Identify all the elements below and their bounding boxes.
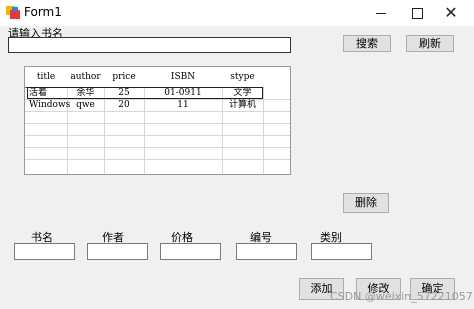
price-field[interactable] xyxy=(160,243,221,260)
column-header-title[interactable]: title xyxy=(27,72,65,83)
table-cell[interactable]: 文学 xyxy=(223,88,262,99)
refresh-button[interactable]: 刷新 xyxy=(406,35,454,52)
table-cell[interactable]: 25 xyxy=(105,88,143,99)
table-cell[interactable]: 余华 xyxy=(68,88,103,99)
watermark: CSDN @weixin_57221057 xyxy=(330,290,473,303)
isbn-field[interactable] xyxy=(236,243,297,260)
app-icon xyxy=(6,6,20,19)
delete-button[interactable]: 删除 xyxy=(343,193,389,213)
window-title: Form1 xyxy=(24,5,62,19)
close-button[interactable]: ✕ xyxy=(428,0,474,26)
search-button[interactable]: 搜索 xyxy=(343,35,391,52)
type-field[interactable] xyxy=(311,243,372,260)
table-cell[interactable]: qwe xyxy=(68,100,103,111)
title-bar: Form1 ✕ xyxy=(0,0,474,26)
author-field[interactable] xyxy=(87,243,148,260)
table-cell[interactable]: 01-0911 xyxy=(145,88,221,99)
table-cell[interactable]: 20 xyxy=(105,100,143,111)
minimize-icon xyxy=(376,13,386,14)
table-header: title author price ISBN stype xyxy=(25,67,290,87)
maximize-icon xyxy=(412,8,423,19)
column-header-isbn[interactable]: ISBN xyxy=(145,72,221,83)
table-cell[interactable]: 计算机 xyxy=(223,100,262,111)
close-icon: ✕ xyxy=(444,3,458,22)
title-field[interactable] xyxy=(14,243,75,260)
column-header-stype[interactable]: stype xyxy=(223,72,262,83)
app-window: Form1 ✕ 请输入书名 搜索 刷新 title author price I… xyxy=(0,0,474,309)
search-input[interactable] xyxy=(8,37,291,53)
books-table[interactable]: title author price ISBN stype 活着 余华 25 0… xyxy=(24,66,291,175)
column-header-author[interactable]: author xyxy=(68,72,103,83)
table-cell[interactable]: Windows xyxy=(27,100,70,111)
column-header-price[interactable]: price xyxy=(105,72,143,83)
table-cell[interactable]: 11 xyxy=(145,100,221,111)
table-cell[interactable]: 活着 xyxy=(27,88,67,99)
